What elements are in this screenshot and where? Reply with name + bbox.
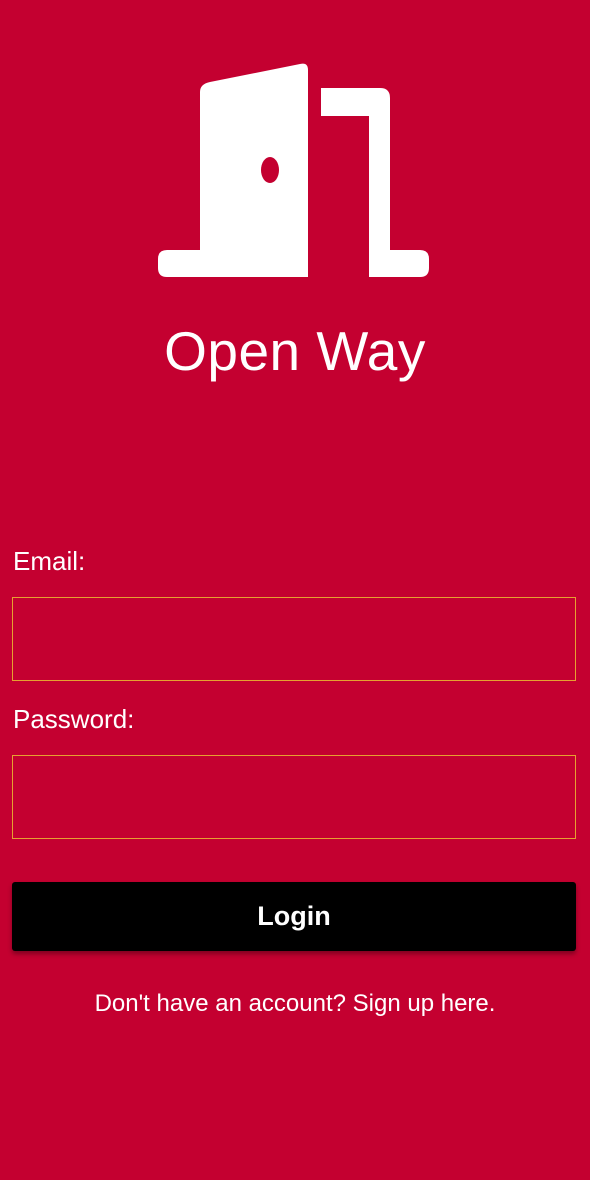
email-label: Email:	[13, 546, 86, 576]
app-title: Open Way	[164, 320, 426, 382]
password-field[interactable]	[12, 755, 576, 839]
login-screen: Open Way Email: Password: Login Don't ha…	[0, 0, 590, 1180]
login-button[interactable]: Login	[12, 882, 576, 951]
signup-link[interactable]: Don't have an account? Sign up here.	[0, 988, 590, 1020]
email-field[interactable]	[12, 597, 576, 681]
open-door-icon	[158, 63, 429, 277]
password-label: Password:	[13, 704, 135, 734]
